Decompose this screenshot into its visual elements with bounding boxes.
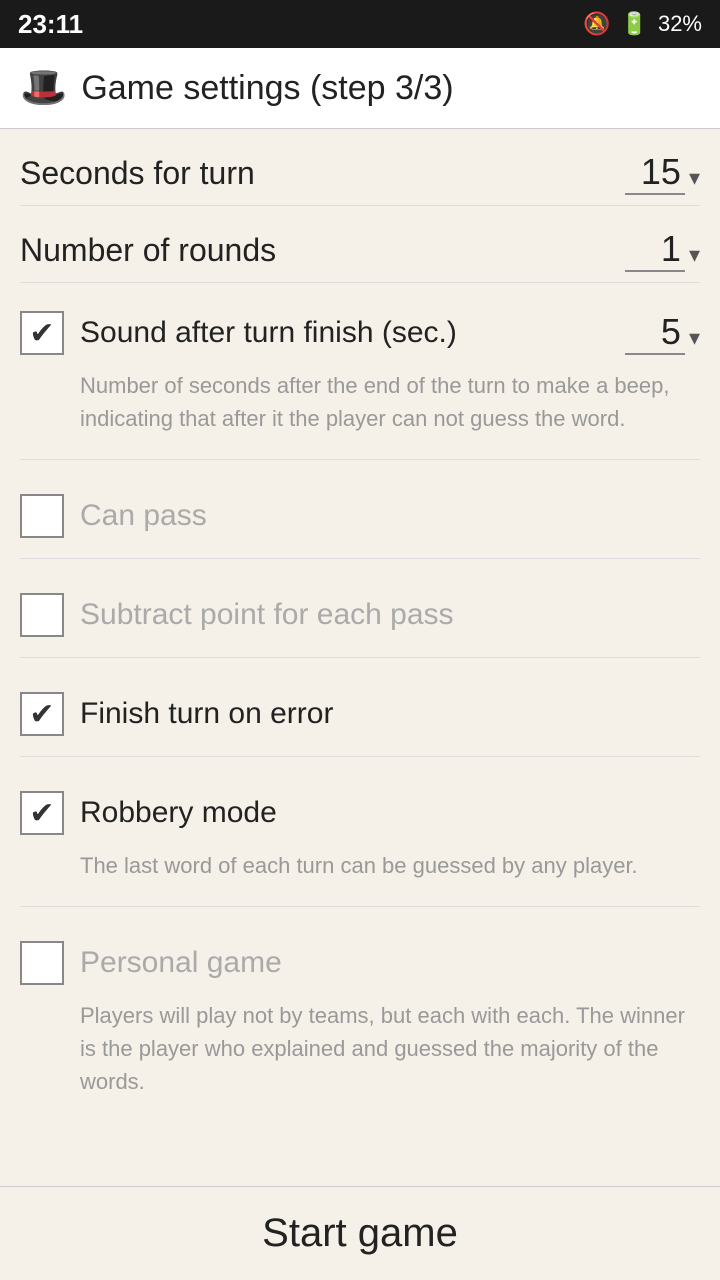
- personal-game-label: Personal game: [80, 946, 282, 980]
- battery-icon: 🔋: [621, 11, 648, 37]
- subtract-point-section: ✔ Subtract point for each pass: [20, 565, 700, 651]
- robbery-mode-description: The last word of each turn can be guesse…: [20, 845, 700, 896]
- finish-turn-section: ✔ Finish turn on error: [20, 664, 700, 750]
- page-header: 🎩 Game settings (step 3/3): [0, 48, 720, 129]
- personal-game-section: ✔ Personal game Players will play not by…: [20, 913, 700, 1116]
- robbery-mode-checkmark: ✔: [29, 796, 54, 831]
- header-icon: 🎩: [20, 66, 67, 110]
- rounds-value[interactable]: 1: [625, 228, 685, 272]
- sound-checkbox[interactable]: ✔: [20, 311, 64, 355]
- main-content: Seconds for turn 15 ▾ Number of rounds 1…: [0, 129, 720, 1186]
- page-title: Game settings (step 3/3): [81, 69, 453, 108]
- seconds-value-wrap[interactable]: 15 ▾: [625, 151, 700, 195]
- subtract-point-row[interactable]: ✔ Subtract point for each pass: [20, 583, 700, 647]
- finish-turn-row[interactable]: ✔ Finish turn on error: [20, 682, 700, 746]
- seconds-setting-row: Seconds for turn 15 ▾: [20, 129, 700, 206]
- rounds-setting-row: Number of rounds 1 ▾: [20, 206, 700, 283]
- can-pass-label: Can pass: [80, 499, 207, 533]
- finish-turn-checkmark: ✔: [29, 697, 54, 732]
- sound-value-wrap[interactable]: 5 ▾: [625, 311, 700, 355]
- can-pass-row[interactable]: ✔ Can pass: [20, 484, 700, 548]
- divider-3: [20, 657, 700, 658]
- rounds-value-wrap[interactable]: 1 ▾: [625, 228, 700, 272]
- footer: Start game: [0, 1186, 720, 1280]
- personal-game-row[interactable]: ✔ Personal game: [20, 931, 700, 995]
- seconds-label: Seconds for turn: [20, 155, 255, 192]
- sound-dropdown-arrow: ▾: [689, 325, 700, 351]
- personal-game-checkbox[interactable]: ✔: [20, 941, 64, 985]
- subtract-point-checkbox[interactable]: ✔: [20, 593, 64, 637]
- seconds-dropdown-arrow: ▾: [689, 165, 700, 191]
- robbery-mode-label: Robbery mode: [80, 796, 277, 830]
- subtract-point-label: Subtract point for each pass: [80, 598, 454, 632]
- seconds-value[interactable]: 15: [625, 151, 685, 195]
- can-pass-checkbox[interactable]: ✔: [20, 494, 64, 538]
- divider-5: [20, 906, 700, 907]
- rounds-label: Number of rounds: [20, 232, 276, 269]
- status-time: 23:11: [18, 9, 83, 40]
- personal-game-description: Players will play not by teams, but each…: [20, 995, 700, 1112]
- divider-4: [20, 756, 700, 757]
- sound-description: Number of seconds after the end of the t…: [20, 365, 700, 449]
- sound-value[interactable]: 5: [625, 311, 685, 355]
- status-bar: 23:11 🔕 🔋 32%: [0, 0, 720, 48]
- rounds-dropdown-arrow: ▾: [689, 242, 700, 268]
- can-pass-section: ✔ Can pass: [20, 466, 700, 552]
- sound-row[interactable]: ✔ Sound after turn finish (sec.) 5 ▾: [20, 301, 700, 365]
- sound-checkbox-left: ✔ Sound after turn finish (sec.): [20, 311, 457, 355]
- robbery-mode-row[interactable]: ✔ Robbery mode: [20, 781, 700, 845]
- divider-2: [20, 558, 700, 559]
- robbery-mode-checkbox[interactable]: ✔: [20, 791, 64, 835]
- battery-percent: 32%: [658, 11, 702, 37]
- divider-1: [20, 459, 700, 460]
- finish-turn-label: Finish turn on error: [80, 697, 333, 731]
- finish-turn-checkbox[interactable]: ✔: [20, 692, 64, 736]
- robbery-mode-section: ✔ Robbery mode The last word of each tur…: [20, 763, 700, 900]
- start-game-button[interactable]: Start game: [262, 1211, 458, 1256]
- status-icons: 🔕 🔋 32%: [583, 11, 702, 37]
- sound-checkmark: ✔: [29, 316, 54, 351]
- sound-section: ✔ Sound after turn finish (sec.) 5 ▾ Num…: [20, 283, 700, 453]
- sound-label: Sound after turn finish (sec.): [80, 316, 457, 350]
- mute-icon: 🔕: [583, 11, 610, 37]
